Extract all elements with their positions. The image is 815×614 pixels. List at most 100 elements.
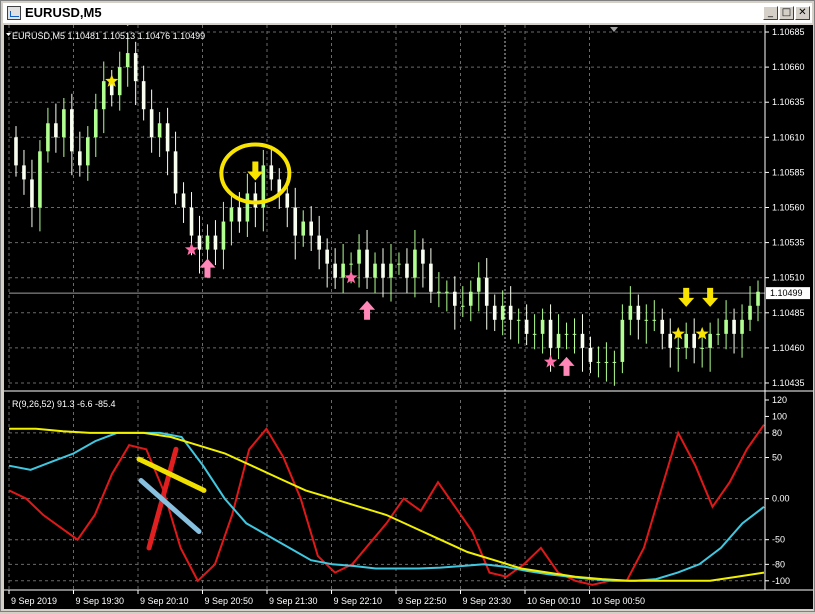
indicator-line-red — [8, 424, 765, 586]
candle-body — [101, 81, 106, 110]
candle-body — [253, 193, 258, 208]
price-tick-label: 1.10460 — [772, 343, 805, 353]
candle-body — [468, 291, 473, 306]
indicator-grid — [8, 400, 764, 589]
candle-body — [756, 291, 760, 306]
candle-body — [740, 319, 744, 334]
maximize-icon: □ — [781, 7, 792, 18]
price-tick-label: 1.10435 — [772, 378, 805, 388]
info-dropdown-icon — [6, 33, 11, 36]
indicator-label: R(9,26,52) 91.3 -6.6 -85.4 — [12, 399, 116, 409]
chart-info-label: EURUSD,M5 1.10481 1.10513 1.10476 1.1049… — [12, 31, 205, 41]
candle-body — [724, 319, 728, 334]
sell-arrow-icon — [702, 287, 719, 307]
candle-body — [70, 109, 74, 152]
maximize-button[interactable]: □ — [779, 6, 794, 20]
indicator-tick-label: -80 — [772, 559, 785, 569]
candle-body — [748, 305, 752, 320]
candle-body — [429, 263, 433, 292]
terminal-window: EURUSD,M5 _ □ ✕ 1.10685 1.10660 1.10635 1.1… — [0, 0, 815, 612]
time-tick-label: 9 Sep 20:10 — [140, 596, 189, 606]
candle-body — [460, 305, 465, 307]
candle-body — [189, 207, 194, 236]
candle-body — [173, 151, 178, 194]
candle-body — [540, 319, 545, 334]
candle-body — [309, 221, 314, 236]
candle-body — [141, 81, 146, 110]
candle-body — [484, 277, 489, 306]
candle-body — [221, 221, 226, 250]
price-tick-label: 1.10485 — [772, 308, 805, 318]
indicator-tick-label: 120 — [772, 395, 787, 405]
candle-body — [205, 235, 210, 250]
candle-body — [85, 137, 90, 166]
price-tick-label: 1.10685 — [772, 27, 805, 37]
close-button[interactable]: ✕ — [795, 6, 810, 20]
indicator-tick-label: -100 — [772, 576, 790, 586]
minimize-icon: _ — [768, 7, 773, 18]
candle-body — [197, 235, 202, 250]
candle-body — [620, 319, 625, 362]
signals — [105, 7, 719, 376]
candle-body — [149, 109, 154, 138]
candle-body — [716, 333, 720, 335]
candle-body — [93, 109, 98, 138]
candle-body — [516, 319, 521, 321]
candle-body — [373, 263, 377, 278]
candle-body — [62, 109, 66, 138]
candle-body — [524, 319, 529, 334]
candle-body — [548, 319, 553, 348]
buy-arrow-icon — [199, 258, 216, 278]
candle-body — [38, 151, 42, 208]
time-tick-label: 9 Sep 21:30 — [269, 596, 318, 606]
candle-body — [237, 207, 242, 222]
chart-area[interactable]: 1.10685 1.10660 1.10635 1.10610 1.10585 1.105… — [4, 7, 813, 609]
time-tick-label: 9 Sep 22:10 — [334, 596, 383, 606]
time-tick-label: 9 Sep 22:50 — [398, 596, 447, 606]
candle-body — [78, 151, 82, 166]
candle-body — [580, 333, 585, 348]
candle-body — [708, 333, 712, 348]
sell-arrow-icon — [119, 7, 136, 27]
candle-body — [46, 123, 50, 152]
close-icon: ✕ — [798, 7, 807, 18]
candle-body — [492, 305, 497, 320]
minimize-button[interactable]: _ — [763, 6, 778, 20]
scroll-marker-icon — [610, 27, 618, 32]
candle-body — [732, 319, 736, 334]
drawn-trendline-blue — [138, 478, 202, 534]
price-tick-label: 1.10585 — [772, 167, 805, 177]
candle-body — [301, 221, 306, 236]
candle-body — [588, 347, 593, 362]
candle-body — [365, 249, 369, 278]
indicator-tick-label: 0.00 — [772, 494, 790, 504]
candle-body — [30, 179, 34, 208]
chart-svg[interactable]: 1.10685 1.10660 1.10635 1.10610 1.10585 1.105… — [4, 7, 813, 609]
candle-body — [676, 347, 681, 349]
candle-body — [652, 319, 657, 321]
candle-body — [333, 263, 337, 278]
candle-body — [325, 249, 329, 264]
main-grid — [8, 25, 765, 589]
candles — [14, 33, 760, 386]
current-price-label: 1.10499 — [770, 288, 803, 298]
candle-body — [117, 67, 122, 96]
candle-body — [421, 249, 425, 264]
time-tick-label: 9 Sep 2019 — [11, 596, 57, 606]
candle-body — [213, 235, 218, 250]
price-tick-label: 1.10610 — [772, 132, 805, 142]
title-bar[interactable]: EURUSD,M5 _ □ ✕ — [3, 3, 812, 23]
candle-body — [572, 333, 577, 335]
candle-body — [125, 53, 130, 68]
candle-body — [668, 333, 673, 348]
candle-body — [54, 123, 58, 138]
candle-body — [357, 249, 361, 264]
candle-body — [341, 263, 345, 278]
price-tick-label: 1.10660 — [772, 62, 805, 72]
candle-body — [157, 123, 162, 138]
indicator-tick-label: 100 — [772, 411, 787, 421]
candle-body — [349, 263, 353, 265]
candle-body — [405, 263, 409, 278]
time-tick-label: 9 Sep 19:30 — [76, 596, 125, 606]
axes: 1.10685 1.10660 1.10635 1.10610 1.10585 1.105… — [4, 25, 813, 606]
